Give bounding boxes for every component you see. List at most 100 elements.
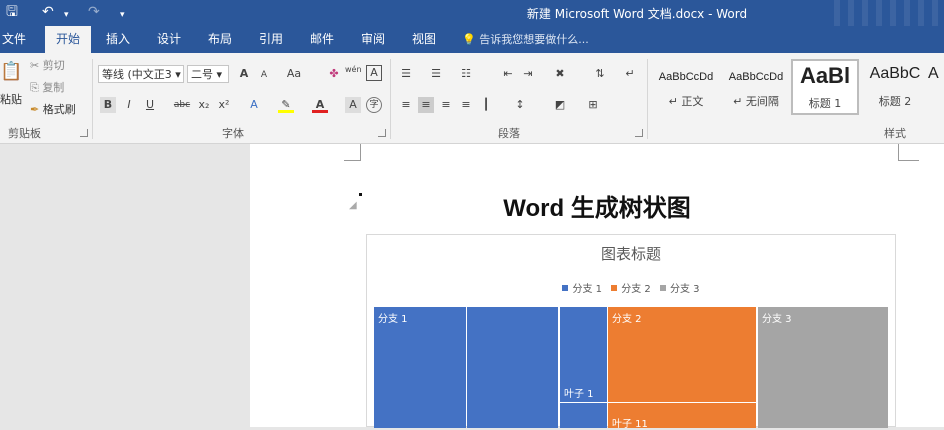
text-effects-icon[interactable]: A — [246, 97, 262, 113]
align-left-icon[interactable]: ≡ — [398, 97, 414, 113]
align-right-icon[interactable]: ≡ — [438, 97, 454, 113]
superscript-button[interactable]: x² — [216, 97, 232, 113]
font-size-combo[interactable]: 二号 ▾ — [187, 65, 229, 83]
style-label: 标题 1 — [808, 97, 842, 110]
scissors-icon: ✂ — [30, 59, 40, 72]
align-center-icon[interactable]: ≡ — [418, 97, 434, 113]
tile-label: 分支 2 — [612, 314, 642, 325]
legend-item: 分支 3 — [659, 280, 700, 295]
legend-swatch — [611, 285, 618, 291]
treemap-tile[interactable]: 分支 1 — [374, 307, 466, 428]
treemap-tile[interactable]: 分支 2 — [608, 307, 756, 402]
borders-icon[interactable]: ⊞ — [585, 97, 601, 113]
tab-references[interactable]: 引用 — [253, 26, 289, 53]
distributed-icon[interactable]: ┃ — [478, 97, 494, 113]
chart-legend[interactable]: 分支 1 分支 2 分支 3 — [367, 280, 895, 295]
document-heading[interactable]: Word 生成树状图 — [250, 188, 944, 223]
title-decoration — [834, 0, 944, 26]
treemap-tile[interactable]: 叶子 1 — [560, 307, 607, 402]
style-label: ↵ 无间隔 — [733, 95, 779, 108]
font-color-icon[interactable]: A — [312, 97, 328, 113]
style-title[interactable]: A — [928, 59, 944, 115]
style-normal[interactable]: AaBbCcDd ↵ 正文 — [652, 59, 720, 115]
treemap-tile[interactable] — [467, 307, 558, 428]
sort-icon[interactable]: ⇅ — [592, 66, 608, 82]
ribbon-tabs: 文件 开始 插入 设计 布局 引用 邮件 审阅 视图 💡 告诉我您想要做什么..… — [0, 26, 944, 53]
style-label: ↵ 正文 — [668, 95, 704, 108]
brush-icon: ✒ — [30, 103, 40, 116]
legend-swatch — [659, 285, 666, 291]
tab-layout[interactable]: 布局 — [202, 26, 238, 53]
multilevel-list-icon[interactable]: ☷ — [458, 66, 474, 82]
copy-button[interactable]: ⎘ 复制 — [30, 79, 64, 95]
numbering-icon[interactable]: ☰ — [428, 66, 444, 82]
tab-design[interactable]: 设计 — [151, 26, 187, 53]
font-name-combo[interactable]: 等线 (中文正3 ▾ — [98, 65, 184, 83]
lightbulb-icon: 💡 — [462, 33, 476, 46]
format-painter-label: 格式刷 — [42, 103, 76, 116]
treemap-tile[interactable]: 分支 3 — [758, 307, 888, 428]
style-preview: AaBl — [799, 63, 851, 88]
character-border-button[interactable]: A — [366, 65, 382, 81]
phonetic-guide-button[interactable]: wén — [345, 66, 362, 82]
underline-button[interactable]: U — [142, 97, 158, 113]
tab-insert[interactable]: 插入 — [100, 26, 136, 53]
tile-label: 叶子 11 — [612, 419, 648, 430]
enclosed-character-icon[interactable]: 字 — [366, 97, 382, 113]
shrink-font-button[interactable]: A — [256, 67, 272, 83]
paste-icon[interactable]: 📋 — [0, 61, 22, 82]
font-group-label: 字体 — [222, 127, 244, 140]
tab-view[interactable]: 视图 — [406, 26, 442, 53]
paragraph-launcher-icon[interactable] — [635, 129, 643, 137]
style-label: 标题 2 — [878, 95, 912, 108]
tab-file[interactable]: 文件 — [0, 26, 28, 53]
tab-home[interactable]: 开始 — [45, 26, 91, 53]
bold-button[interactable]: B — [100, 97, 116, 113]
line-spacing-icon[interactable]: ↕ — [512, 97, 528, 113]
font-size-value: 二号 — [191, 68, 213, 81]
bullets-icon[interactable]: ☰ — [398, 66, 414, 82]
character-shading-icon[interactable]: A — [345, 97, 361, 113]
increase-indent-icon[interactable]: ⇥ — [520, 66, 536, 82]
copy-label: 复制 — [42, 81, 65, 94]
shading-icon[interactable]: ◩ — [552, 97, 568, 113]
strikethrough-button[interactable]: abc — [170, 97, 194, 113]
clipboard-launcher-icon[interactable] — [80, 129, 88, 137]
decrease-indent-icon[interactable]: ⇤ — [500, 66, 516, 82]
treemap-chart[interactable]: 图表标题 分支 1 分支 2 分支 3 分支 1 叶子 1 分支 2 叶子 11… — [366, 234, 896, 430]
crop-mark — [344, 144, 361, 161]
separator — [390, 59, 391, 139]
legend-swatch — [562, 285, 569, 291]
tell-me-box[interactable]: 💡 告诉我您想要做什么... — [462, 26, 589, 53]
change-case-button[interactable]: Aa — [282, 66, 306, 82]
copy-icon: ⎘ — [30, 81, 39, 94]
treemap-plot-area: 分支 1 叶子 1 分支 2 叶子 11 分支 3 — [374, 307, 890, 430]
style-no-spacing[interactable]: AaBbCcDd ↵ 无间隔 — [722, 59, 790, 115]
legend-item: 分支 2 — [611, 280, 651, 295]
tab-review[interactable]: 审阅 — [355, 26, 391, 53]
tab-mailings[interactable]: 邮件 — [304, 26, 340, 53]
justify-icon[interactable]: ≡ — [458, 97, 474, 113]
separator — [92, 59, 93, 139]
window-title: 新建 Microsoft Word 文档.docx - Word — [526, 7, 748, 21]
style-preview: A — [928, 65, 939, 82]
style-heading-2[interactable]: AaBbC 标题 2 — [860, 59, 930, 115]
paragraph-group-label: 段落 — [498, 127, 520, 140]
subscript-button[interactable]: x₂ — [196, 97, 212, 113]
treemap-tile[interactable] — [560, 403, 607, 428]
style-heading-1[interactable]: AaBl 标题 1 — [791, 59, 859, 115]
format-painter-button[interactable]: ✒ 格式刷 — [30, 101, 76, 117]
cut-button[interactable]: ✂ 剪切 — [30, 57, 65, 73]
italic-button[interactable]: I — [121, 97, 137, 113]
chart-title[interactable]: 图表标题 — [367, 243, 895, 264]
font-launcher-icon[interactable] — [378, 129, 386, 137]
grow-font-button[interactable]: A — [236, 66, 252, 82]
highlight-icon[interactable]: ✎ — [278, 97, 294, 113]
separator — [647, 59, 648, 139]
chinese-layout-icon[interactable]: ✖ — [552, 66, 568, 82]
treemap-tile[interactable]: 叶子 11 — [608, 403, 756, 430]
paste-button[interactable]: 粘贴 — [0, 91, 22, 107]
show-marks-icon[interactable]: ↵ — [622, 66, 638, 82]
cut-label: 剪切 — [42, 59, 65, 72]
clear-format-icon[interactable]: ✤ — [326, 66, 342, 82]
